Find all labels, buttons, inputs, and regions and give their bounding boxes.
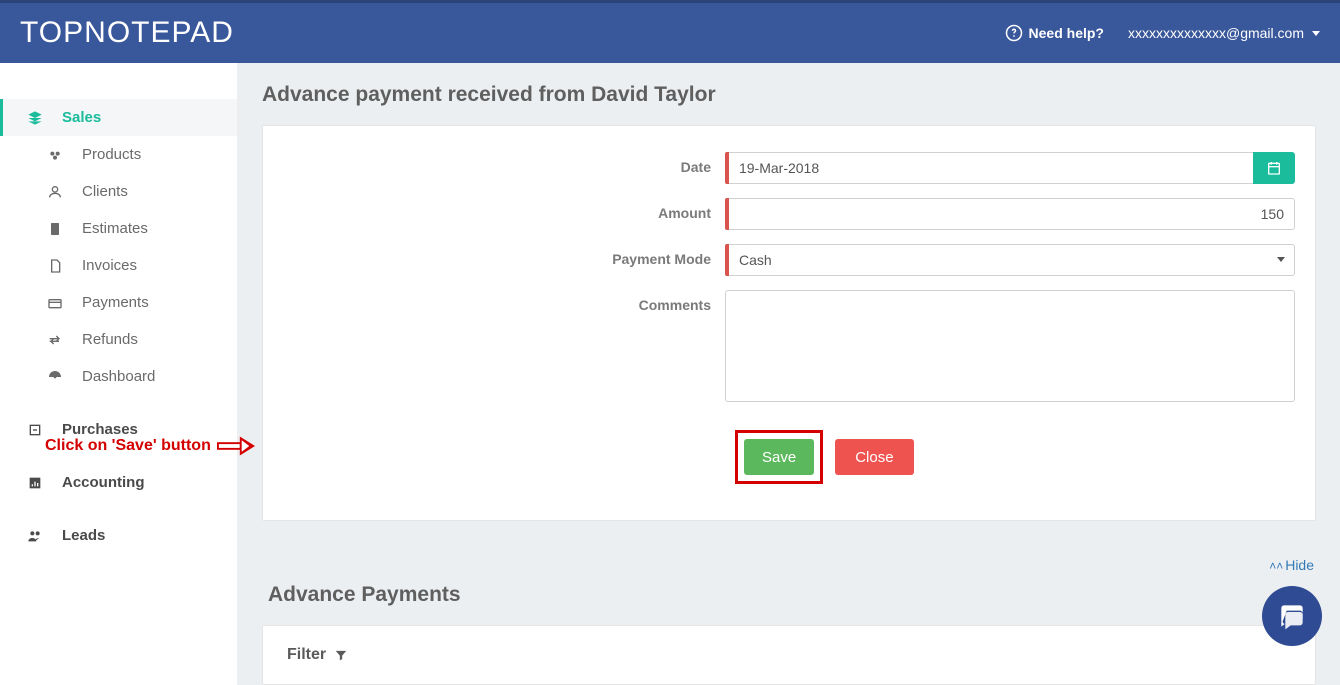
save-highlight-frame: Save	[735, 430, 823, 484]
leads-icon	[26, 528, 44, 544]
sidebar-label: Dashboard	[82, 368, 155, 385]
hide-link[interactable]: ˄˄Hide	[238, 545, 1340, 577]
filter-label-row[interactable]: Filter	[287, 646, 1291, 664]
date-input[interactable]	[729, 152, 1253, 184]
comments-control	[725, 290, 1295, 402]
date-control	[725, 152, 1295, 184]
filter-card: Filter	[262, 625, 1316, 685]
header-right: Need help? xxxxxxxxxxxxxx@gmail.com	[1005, 24, 1320, 42]
amount-input[interactable]	[729, 198, 1295, 230]
sidebar-item-refunds[interactable]: Refunds	[0, 321, 237, 358]
payments-icon	[46, 295, 64, 311]
comments-textarea[interactable]	[725, 290, 1295, 402]
sidebar-item-invoices[interactable]: Invoices	[0, 247, 237, 284]
main-wrapper: Sales Products Clients Estimates Invoice…	[0, 63, 1340, 685]
form-row-amount: Amount	[263, 198, 1315, 230]
close-button[interactable]: Close	[835, 439, 913, 475]
sidebar-label: Products	[82, 146, 141, 163]
refunds-icon	[46, 332, 64, 348]
comments-label: Comments	[263, 290, 725, 313]
sidebar-label: Leads	[62, 527, 105, 544]
help-icon	[1005, 24, 1023, 42]
sidebar-label: Invoices	[82, 257, 137, 274]
button-row: Click on 'Save' button Save Close	[263, 430, 1315, 484]
accounting-icon	[26, 475, 44, 491]
date-label: Date	[263, 152, 725, 175]
sidebar: Sales Products Clients Estimates Invoice…	[0, 63, 238, 685]
products-icon	[46, 147, 64, 163]
payment-mode-control: Cash	[725, 244, 1295, 276]
estimates-icon	[46, 221, 64, 237]
sidebar-item-payments[interactable]: Payments	[0, 284, 237, 321]
page-title: Advance payment received from David Tayl…	[238, 63, 1340, 125]
user-email-label: xxxxxxxxxxxxxx@gmail.com	[1128, 25, 1304, 41]
arrow-icon	[217, 436, 255, 456]
chat-icon	[1276, 600, 1308, 632]
user-menu[interactable]: xxxxxxxxxxxxxx@gmail.com	[1128, 25, 1320, 41]
need-help-link[interactable]: Need help?	[1005, 24, 1104, 42]
form-card: Date Amount	[262, 125, 1316, 521]
purchases-icon	[26, 422, 44, 438]
sidebar-label: Estimates	[82, 220, 148, 237]
sidebar-item-clients[interactable]: Clients	[0, 173, 237, 210]
need-help-label: Need help?	[1029, 25, 1104, 41]
sidebar-item-leads[interactable]: Leads	[0, 517, 237, 554]
top-header: TOPNOTEPAD Need help? xxxxxxxxxxxxxx@gma…	[0, 0, 1340, 63]
payment-mode-label: Payment Mode	[263, 244, 725, 267]
sidebar-item-accounting[interactable]: Accounting	[0, 464, 237, 501]
section-title-advance-payments: Advance Payments	[238, 577, 1340, 625]
invoices-icon	[46, 258, 64, 274]
payment-mode-select[interactable]: Cash	[729, 244, 1295, 276]
annotation-text: Click on 'Save' button	[45, 437, 211, 455]
form-row-payment-mode: Payment Mode Cash	[263, 244, 1315, 276]
chevron-down-icon	[1312, 31, 1320, 36]
amount-label: Amount	[263, 198, 725, 221]
sidebar-label: Payments	[82, 294, 149, 311]
sidebar-item-sales[interactable]: Sales	[0, 99, 237, 136]
form-row-comments: Comments	[263, 290, 1315, 402]
dashboard-icon	[46, 369, 64, 385]
sidebar-label: Accounting	[62, 474, 145, 491]
sidebar-item-products[interactable]: Products	[0, 136, 237, 173]
sidebar-label: Clients	[82, 183, 128, 200]
chevron-up-icon: ˄˄	[1269, 559, 1283, 573]
clients-icon	[46, 184, 64, 200]
save-button[interactable]: Save	[744, 439, 814, 475]
amount-control	[725, 198, 1295, 230]
content-area: Advance payment received from David Tayl…	[238, 63, 1340, 685]
date-picker-button[interactable]	[1253, 152, 1295, 184]
form-row-date: Date	[263, 152, 1315, 184]
sidebar-label: Sales	[62, 109, 101, 126]
sidebar-item-dashboard[interactable]: Dashboard	[0, 358, 237, 395]
chat-widget[interactable]	[1262, 586, 1322, 646]
layers-icon	[26, 110, 44, 126]
annotation: Click on 'Save' button	[45, 436, 255, 456]
sidebar-item-estimates[interactable]: Estimates	[0, 210, 237, 247]
calendar-icon	[1266, 160, 1282, 176]
filter-text: Filter	[287, 646, 326, 664]
logo: TOPNOTEPAD	[20, 16, 234, 50]
sidebar-label: Refunds	[82, 331, 138, 348]
